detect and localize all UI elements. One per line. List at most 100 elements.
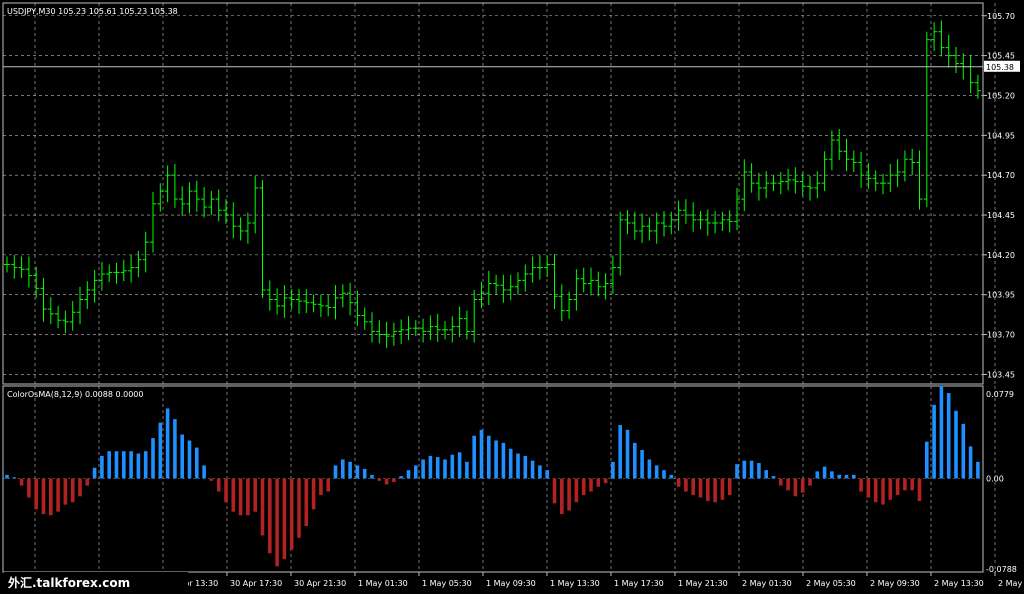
osc-bar [523, 455, 528, 479]
osc-bar [735, 464, 739, 479]
osc-bar [421, 459, 425, 479]
osc-bar [41, 478, 46, 515]
osc-bar [231, 478, 236, 512]
osc-bar [297, 478, 301, 538]
osc-bar [757, 463, 761, 479]
osc-panel-header: ColorOsMA(8,12,9) 0.0088 0.0000 [7, 390, 143, 399]
osc-bar [304, 478, 309, 526]
osc-bar [319, 478, 323, 496]
osc-bar [78, 478, 82, 497]
osc-bar [100, 455, 104, 479]
osc-bar [866, 478, 871, 498]
osc-bar [173, 419, 177, 479]
osc-bar [815, 471, 820, 479]
osc-bar [669, 474, 674, 479]
osc-bar [5, 474, 9, 479]
osc-bar [939, 385, 944, 479]
osc-bar [275, 478, 279, 567]
osc-bar [574, 478, 579, 503]
osc-bar [611, 461, 615, 479]
osc-bar [589, 478, 593, 492]
osc-bar [662, 470, 666, 479]
osc-bar [538, 465, 542, 479]
osc-bar [895, 478, 900, 496]
osc-bar [311, 478, 316, 510]
osc-bar [713, 478, 717, 503]
osc-bar [414, 465, 418, 479]
osc-bar [618, 425, 622, 479]
osc-bar [968, 446, 973, 479]
osc-tick-label: -0.0788 [986, 565, 1017, 574]
osc-bar [859, 478, 863, 492]
osc-bar [640, 449, 644, 479]
osc-bar [216, 478, 221, 492]
price-tick-label: 105.45 [987, 52, 1015, 61]
osc-bar [910, 478, 914, 491]
osc-bar [552, 478, 557, 504]
osc-bar [326, 478, 330, 492]
osc-bar [19, 478, 24, 486]
osc-bar [355, 465, 360, 479]
osc-bar [348, 461, 352, 479]
osc-bar [435, 457, 440, 479]
osc-bar [822, 466, 827, 479]
osc-bar [129, 451, 133, 479]
time-tick-label: 2 May 09:30 [870, 579, 920, 588]
price-tick-label: 104.20 [987, 251, 1015, 260]
osc-bar [800, 478, 805, 493]
osc-bar [771, 476, 776, 479]
osc-bar [516, 453, 520, 479]
osc-bar [92, 467, 97, 479]
osc-bar [837, 474, 841, 479]
osc-bar [844, 474, 849, 479]
osc-bar [246, 478, 250, 516]
osc-bar [333, 465, 338, 479]
osc-bar [925, 441, 929, 479]
osc-bar [727, 478, 732, 496]
osc-bar [195, 447, 199, 479]
osc-bar [136, 453, 141, 479]
osc-bar [479, 429, 484, 479]
price-tick-label: 104.70 [987, 171, 1015, 180]
osc-bar [384, 478, 389, 485]
time-tick-label: 30 Apr 21:30 [294, 579, 346, 588]
osc-bar [764, 470, 768, 479]
osc-bar [165, 408, 170, 479]
time-tick-label: 1 May 01:30 [358, 579, 408, 588]
osc-bar [107, 451, 111, 479]
osc-bar [289, 478, 294, 550]
osc-bar [377, 478, 382, 481]
price-tick-label: 103.95 [987, 291, 1015, 300]
osc-bar [793, 478, 798, 497]
price-tick-label: 105.70 [987, 12, 1015, 21]
time-tick-label: 2 May 05:30 [806, 579, 856, 588]
osc-bar [917, 478, 922, 502]
time-tick-label: 1 May 05:30 [422, 579, 472, 588]
osc-bar [654, 465, 659, 479]
price-tick-label: 105.20 [987, 91, 1015, 100]
osc-bar [903, 478, 907, 491]
price-tick-label: 103.70 [987, 331, 1015, 340]
mt4-chart[interactable]: USDJPY,M30 105.23 105.61 105.23 105.38 C… [0, 0, 1024, 594]
osc-bar [603, 478, 608, 484]
osc-tick-label: 0.00 [986, 474, 1004, 483]
osc-bar [428, 455, 433, 479]
osc-bar [873, 478, 878, 503]
price-tick-label: 104.45 [987, 211, 1015, 220]
osc-bar [143, 451, 148, 479]
osc-bar [560, 478, 564, 515]
osc-bar [581, 478, 586, 496]
osc-bar [392, 478, 396, 483]
osc-bar [706, 478, 710, 502]
osc-bar [268, 478, 272, 554]
osc-bar [647, 459, 652, 479]
main-panel-header: USDJPY,M30 105.23 105.61 105.23 105.38 [7, 7, 178, 16]
osc-bar [691, 478, 695, 496]
osc-bar [399, 476, 403, 479]
time-tick-label: 2 May 13:30 [934, 579, 984, 588]
osc-bar [881, 478, 885, 505]
osc-bar [12, 477, 17, 479]
osc-bar [676, 478, 681, 487]
osc-bar [56, 478, 60, 512]
osc-bar [808, 478, 812, 486]
